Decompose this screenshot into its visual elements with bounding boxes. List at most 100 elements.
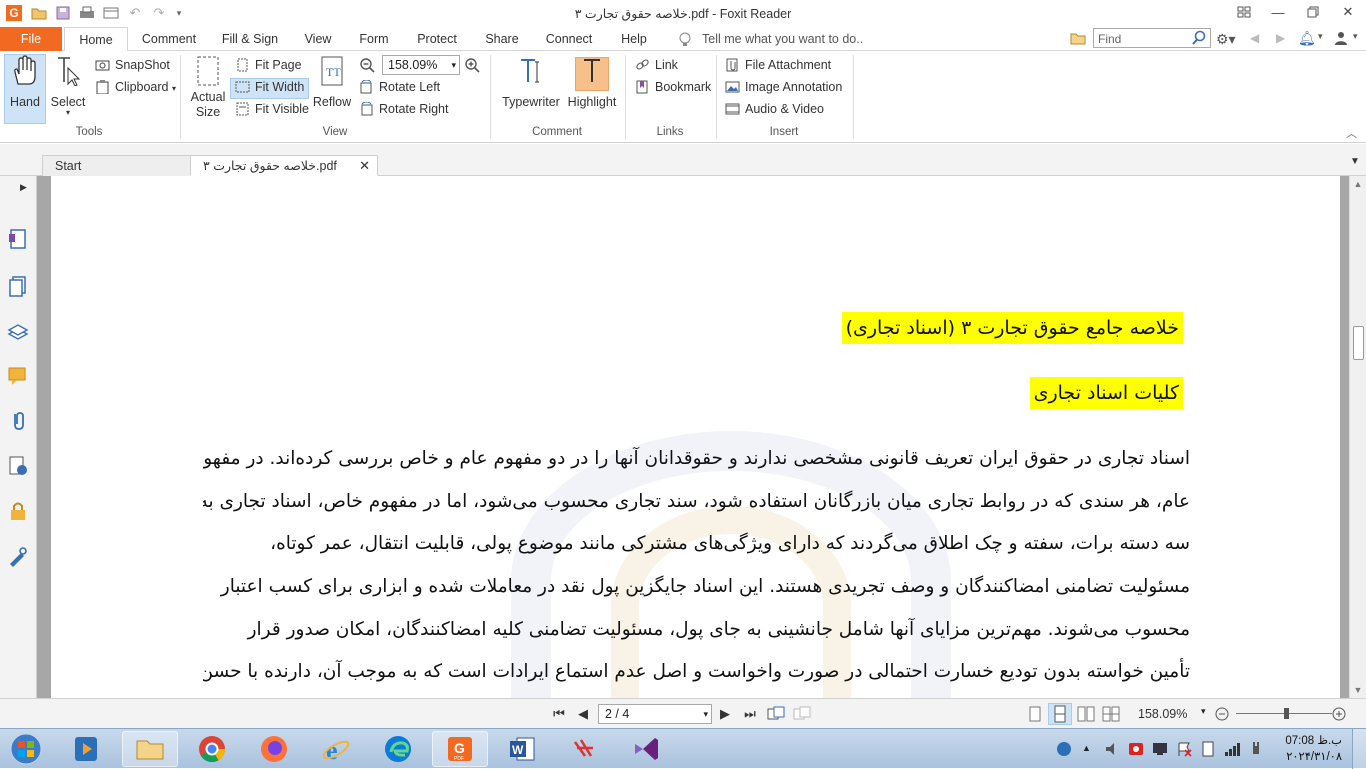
tab-protect[interactable]: Protect — [409, 27, 465, 51]
rotate-right-button[interactable]: Rotate Right — [359, 99, 448, 119]
last-page-icon[interactable]: ⏭ — [741, 705, 759, 723]
snapshot-button[interactable]: SnapShot — [95, 55, 170, 75]
taskbar-firefox[interactable] — [246, 731, 302, 767]
notification-bell-icon[interactable]: 🔔︎ — [1298, 30, 1316, 47]
fit-page-button[interactable]: Fit Page — [235, 55, 302, 75]
scroll-thumb[interactable] — [1353, 326, 1364, 360]
page-thumbnail-icon[interactable] — [7, 228, 29, 250]
page-number-select[interactable]: 2 / 4 ▾ — [598, 704, 712, 724]
network-globe-icon[interactable] — [1056, 741, 1072, 757]
link-button[interactable]: Link — [635, 55, 678, 75]
maximize-button[interactable] — [1297, 2, 1329, 22]
start-button[interactable] — [0, 731, 52, 767]
bookmark-button[interactable]: Bookmark — [635, 77, 711, 97]
highlight-button[interactable]: Highlight — [566, 54, 618, 109]
zoom-slider-knob[interactable] — [1284, 708, 1289, 719]
layers-icon[interactable] — [7, 320, 29, 342]
power-plug-icon[interactable] — [1248, 741, 1264, 757]
clipboard-button[interactable]: Clipboard ▾ — [95, 77, 176, 97]
page-dropdown-icon[interactable]: ▾ — [703, 705, 708, 723]
scroll-up-icon[interactable]: ▲ — [1352, 178, 1364, 190]
zoom-dropdown-icon[interactable]: ▾ — [451, 56, 456, 74]
clipboard-dropdown-icon[interactable]: ▾ — [172, 84, 176, 93]
continuous-facing-view-icon[interactable] — [1102, 706, 1120, 722]
tab-file[interactable]: File — [0, 27, 62, 51]
action-center-flag-icon[interactable] — [1176, 741, 1192, 757]
close-tab-icon[interactable]: ✕ — [359, 156, 370, 176]
taskbar-chrome[interactable] — [184, 731, 240, 767]
taskbar-explorer[interactable] — [122, 731, 178, 767]
status-zoom-out-icon[interactable] — [1214, 706, 1230, 722]
fit-width-button[interactable]: Fit Width — [235, 77, 304, 97]
first-page-icon[interactable]: ⏮ — [550, 705, 568, 723]
status-zoom-dropdown-icon[interactable]: ▾ — [1201, 706, 1206, 717]
select-tool-button[interactable]: Select ▾ — [49, 54, 87, 117]
next-page-icon[interactable]: ▶ — [716, 705, 734, 723]
tab-comment[interactable]: Comment — [134, 27, 204, 51]
volume-icon[interactable] — [1104, 741, 1120, 757]
show-desktop-button[interactable] — [1352, 729, 1366, 769]
close-button[interactable]: ✕ — [1332, 2, 1364, 22]
zoom-out-icon[interactable] — [359, 57, 375, 73]
user-dropdown-icon[interactable]: ▾ — [1353, 31, 1358, 42]
taskbar-visual-studio[interactable] — [618, 731, 674, 767]
audio-video-button[interactable]: Audio & Video — [725, 99, 824, 119]
document-viewport[interactable]: خلاصه جامع حقوق تجارت ۳ (اسناد تجاری) کل… — [37, 176, 1349, 698]
settings-gear-icon[interactable]: ⚙▾ — [1216, 31, 1236, 48]
zoom-in-icon[interactable] — [464, 57, 480, 73]
collapse-ribbon-icon[interactable]: ︿ — [1346, 125, 1357, 141]
taskbar-app-red[interactable] — [556, 731, 612, 767]
next-result-icon[interactable]: ▶ — [1276, 31, 1285, 45]
next-view-icon[interactable] — [793, 706, 811, 722]
security-lock-icon[interactable] — [7, 500, 29, 522]
facing-view-icon[interactable] — [1077, 706, 1095, 722]
tab-home[interactable]: Home — [64, 27, 128, 52]
taskbar-foxit-reader[interactable]: G PDF — [432, 731, 488, 767]
previous-view-icon[interactable] — [767, 706, 785, 722]
file-attachment-button[interactable]: File Attachment — [725, 55, 831, 75]
taskbar-word[interactable]: W — [494, 731, 550, 767]
tab-help[interactable]: Help — [614, 27, 654, 51]
tab-list-dropdown-icon[interactable]: ▼ — [1350, 156, 1360, 167]
search-icon[interactable] — [1191, 30, 1207, 46]
devices-icon[interactable] — [1200, 741, 1216, 757]
tab-share[interactable]: Share — [479, 27, 525, 51]
scroll-down-icon[interactable]: ▼ — [1352, 684, 1364, 696]
vertical-scrollbar[interactable]: ▲ ▼ — [1349, 176, 1366, 698]
reflow-button[interactable]: TT Reflow — [312, 54, 352, 109]
user-icon[interactable] — [1334, 31, 1348, 45]
taskbar-internet-explorer[interactable]: e — [308, 731, 364, 767]
expand-panel-icon[interactable]: ▶ — [20, 182, 27, 193]
continuous-view-selected[interactable] — [1048, 703, 1072, 725]
hand-tool-button[interactable]: Hand — [6, 54, 44, 109]
zoom-level-select[interactable]: 158.09% ▾ — [382, 55, 460, 75]
restore-layout-icon[interactable] — [1228, 2, 1260, 22]
signature-icon[interactable] — [7, 455, 29, 477]
minimize-button[interactable]: — — [1262, 2, 1294, 22]
tab-view[interactable]: View — [297, 27, 339, 51]
actual-size-button[interactable]: Actual Size — [188, 54, 228, 120]
show-hidden-icons[interactable]: ▲ — [1082, 743, 1091, 753]
taskbar-clock[interactable]: 07:08 ب.ظ ۲۰۲۴/۳۱/۰۸ — [1272, 733, 1342, 765]
tab-connect[interactable]: Connect — [538, 27, 600, 51]
tab-document[interactable]: خلاصه حقوق تجارت ۳.pdf ✕ — [190, 155, 378, 176]
status-zoom-in-icon[interactable] — [1331, 706, 1347, 722]
rotate-left-button[interactable]: Rotate Left — [359, 77, 440, 97]
antivirus-icon[interactable] — [1128, 741, 1144, 757]
tell-me-search[interactable]: Tell me what you want to do.. — [702, 27, 863, 51]
attachments-icon[interactable] — [7, 410, 29, 432]
previous-result-icon[interactable]: ◀ — [1250, 31, 1259, 45]
fit-visible-button[interactable]: Fit Visible — [235, 99, 309, 119]
tab-start[interactable]: Start — [42, 155, 192, 176]
previous-page-icon[interactable]: ◀ — [574, 705, 592, 723]
tab-form[interactable]: Form — [353, 27, 395, 51]
typewriter-button[interactable]: Typewriter — [498, 54, 564, 109]
pages-icon[interactable] — [7, 275, 29, 297]
display-icon[interactable] — [1152, 741, 1168, 757]
tab-fill-sign[interactable]: Fill & Sign — [216, 27, 284, 51]
taskbar-edge[interactable] — [370, 731, 426, 767]
edit-tools-icon[interactable] — [7, 545, 29, 567]
find-folder-icon[interactable] — [1070, 31, 1086, 47]
taskbar-media-player[interactable] — [58, 731, 114, 767]
find-input[interactable]: Find — [1093, 28, 1211, 48]
